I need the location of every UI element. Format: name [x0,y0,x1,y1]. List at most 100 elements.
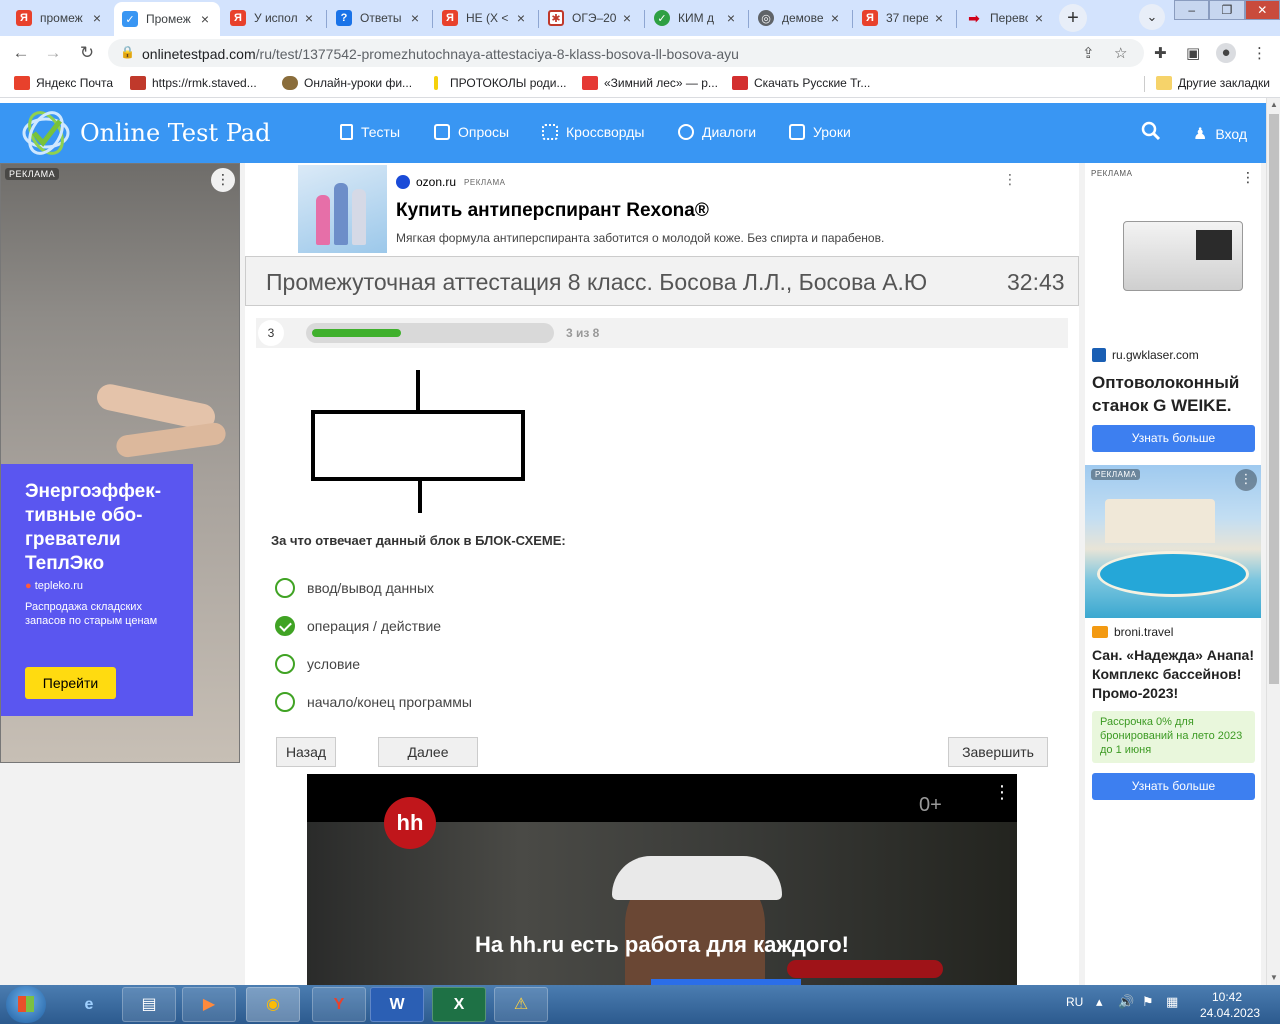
share-icon[interactable]: ⇪ [1082,44,1095,62]
finish-button[interactable]: Завершить [948,737,1048,767]
login-link[interactable]: ♟ Вход [1193,124,1247,144]
tray-chevron-icon[interactable]: ▴ [1096,994,1103,1010]
bookmark-online-lessons[interactable]: Онлайн-уроки фи... [282,76,412,90]
media-icon[interactable]: ▶ [182,987,236,1022]
bookmark-winter-forest[interactable]: «Зимний лес» — р... [582,76,718,90]
page-scrollbar[interactable]: ▲ ▼ [1266,98,1280,985]
scroll-down-icon[interactable]: ▼ [1267,971,1280,985]
tab-search-chevron-icon[interactable]: ⌄ [1139,4,1165,30]
tab-8[interactable]: ◎ демове × [750,4,850,32]
close-icon[interactable]: × [90,10,104,26]
tab-4[interactable]: ? Ответы × [328,4,430,32]
answer-option-3[interactable]: условие [275,653,360,675]
ad-title[interactable]: Оптоволоконный станок G WEIKE. [1092,371,1258,417]
profile-avatar-icon[interactable]: ● [1216,43,1236,63]
window-close-icon[interactable]: ✕ [1244,0,1280,20]
action-center-icon[interactable]: ⚑ [1142,994,1154,1010]
chrome-icon[interactable]: ◉ [246,987,300,1022]
site-logo-text[interactable]: Online Test Pad [80,119,270,147]
new-tab-button[interactable]: + [1059,4,1087,32]
address-bar[interactable]: 🔒 onlinetestpad.com/ru/test/1377542-prom… [108,39,1144,67]
tab-9[interactable]: Я 37 пере × [854,4,954,32]
nav-lessons[interactable]: Уроки [789,124,851,140]
clock-date[interactable]: 24.04.2023 [1200,1006,1260,1020]
start-button[interactable] [6,986,46,1023]
video-ad[interactable]: hh 0+ ⋮ На hh.ru есть работа для каждого… [307,774,1017,985]
left-ad-banner[interactable]: РЕКЛАМА ⋮ Энергоэффек-тивные обо-гревате… [0,163,240,763]
ad-menu-icon[interactable]: ⋮ [1003,171,1017,188]
right-ad-travel[interactable]: РЕКЛАМА ⋮ broni.travel Сан. «Надежда» Ан… [1085,465,1261,810]
side-panel-icon[interactable]: ▣ [1186,44,1200,62]
forward-arrow-icon[interactable]: → [42,42,64,64]
ad-menu-icon[interactable]: ⋮ [1235,469,1257,491]
explorer-icon[interactable]: ▤ [122,987,176,1022]
clock-time[interactable]: 10:42 [1212,990,1242,1004]
word-icon[interactable]: W [370,987,424,1022]
back-arrow-icon[interactable]: ← [10,42,32,64]
top-ad-banner[interactable]: ozon.ru РЕКЛАМА Купить антиперспирант Rex… [298,165,1025,253]
nav-surveys[interactable]: Опросы [434,124,509,140]
scroll-thumb[interactable] [1269,114,1279,684]
close-icon[interactable]: × [620,10,634,26]
nav-crosswords[interactable]: Кроссворды [542,124,645,140]
bookmark-download[interactable]: Скачать Русские Tr... [732,76,870,90]
onlinetestpad-logo-icon[interactable] [20,111,72,155]
answer-option-4[interactable]: начало/конец программы [275,691,472,713]
right-ad-laser[interactable]: РЕКЛАМА ⋮ ru.gwklaser.com Оптоволоконный… [1085,165,1261,460]
close-icon[interactable]: × [1032,10,1046,26]
radio-button[interactable] [275,654,295,674]
back-button[interactable]: Назад [276,737,336,767]
close-icon[interactable]: × [302,10,316,26]
warning-icon[interactable]: ⚠ [494,987,548,1022]
close-icon[interactable]: × [932,10,946,26]
reload-icon[interactable]: ↻ [76,42,98,64]
minimize-icon[interactable]: ‒ [1174,0,1210,20]
radio-button[interactable] [275,578,295,598]
close-icon[interactable]: × [514,10,528,26]
ad-title[interactable]: Купить антиперспирант Rexona® [396,200,709,222]
bookmark-star-icon[interactable]: ☆ [1114,44,1127,62]
ad-go-button[interactable]: Перейти [25,667,116,699]
nav-tests[interactable]: Тесты [340,124,400,140]
radio-checked-icon[interactable] [275,616,295,636]
tab-1[interactable]: Я промеж × [8,4,112,32]
ie-icon[interactable]: e [64,987,114,1022]
answer-option-2[interactable]: операция / действие [275,615,441,637]
bookmark-protocols[interactable]: ПРОТОКОЛЫ роди... [434,76,567,90]
extensions-puzzle-icon[interactable]: ✚ [1154,44,1167,62]
lock-icon[interactable]: 🔒 [120,45,135,59]
close-icon[interactable]: × [408,10,422,26]
tab-3[interactable]: Я У испол × [222,4,324,32]
video-cta-bar [787,960,943,978]
nav-dialogs[interactable]: Диалоги [678,124,756,140]
bookmark-rmk[interactable]: https://rmk.staved... [130,76,257,90]
tab-10[interactable]: ➡ Перево × [958,4,1054,32]
restore-icon[interactable]: ❐ [1209,0,1245,20]
tab-7[interactable]: ✓ КИМ д × [646,4,746,32]
network-icon[interactable]: ▦ [1166,994,1178,1010]
bookmark-yandex-mail[interactable]: Яндекс Почта [14,76,113,90]
learn-more-button[interactable]: Узнать больше [1092,773,1255,800]
language-indicator[interactable]: RU [1066,995,1083,1009]
tab-5[interactable]: Я НЕ (X < × [434,4,536,32]
ad-menu-icon[interactable]: ⋮ [1241,169,1255,186]
volume-icon[interactable]: 🔊 [1118,994,1134,1010]
ad-menu-icon[interactable]: ⋮ [211,168,235,192]
next-button[interactable]: Далее [378,737,478,767]
close-icon[interactable]: × [828,10,842,26]
search-icon[interactable] [1140,120,1162,142]
yandex-browser-icon[interactable]: Y [312,987,366,1022]
scroll-up-icon[interactable]: ▲ [1267,98,1280,112]
close-icon[interactable]: × [198,11,212,27]
ad-title[interactable]: Сан. «Надежда» Анапа! Комплекс бассейнов… [1092,646,1262,703]
excel-icon[interactable]: X [432,987,486,1022]
menu-kebab-icon[interactable]: ⋮ [1252,44,1267,62]
ad-menu-icon[interactable]: ⋮ [993,782,1011,803]
tab-2-active[interactable]: ✓ Промеж × [114,2,220,36]
other-bookmarks[interactable]: Другие закладки [1156,76,1270,90]
answer-option-1[interactable]: ввод/вывод данных [275,577,434,599]
close-icon[interactable]: × [724,10,738,26]
learn-more-button[interactable]: Узнать больше [1092,425,1255,452]
radio-button[interactable] [275,692,295,712]
tab-6[interactable]: ✱ ОГЭ–20 × [540,4,642,32]
